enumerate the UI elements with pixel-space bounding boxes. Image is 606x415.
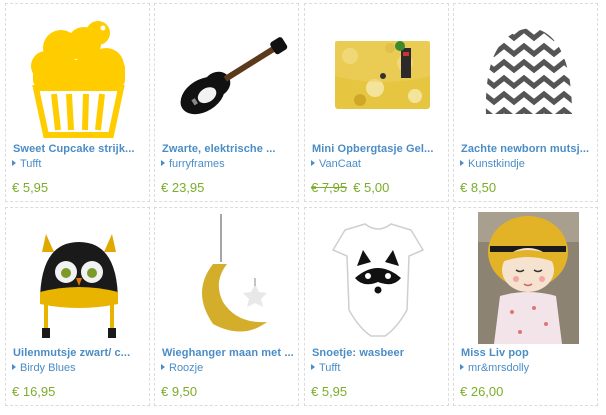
product-card[interactable]: Zachte newborn mutsj... Kunstkindje € 8,… <box>453 3 598 202</box>
product-card[interactable]: Zwarte, elektrische ... furryframes € 23… <box>154 3 299 202</box>
product-price: € 8,50 <box>460 180 497 195</box>
arrow-right-icon <box>12 364 16 370</box>
product-title[interactable]: Snoetje: wasbeer <box>312 347 444 359</box>
arrow-right-icon <box>161 364 165 370</box>
product-price: € 5,95 <box>311 384 348 399</box>
seller-link[interactable]: Tufft <box>311 362 340 374</box>
seller-link[interactable]: VanCaat <box>311 158 361 170</box>
product-title[interactable]: Uilenmutsje zwart/ c... <box>13 347 145 359</box>
product-card[interactable]: Snoetje: wasbeer Tufft € 5,95 <box>304 207 449 406</box>
product-title[interactable]: Wieghanger maan met ... <box>162 347 294 359</box>
arrow-right-icon <box>311 364 315 370</box>
seller-link[interactable]: furryframes <box>161 158 225 170</box>
product-price: € 16,95 <box>12 384 56 399</box>
arrow-right-icon <box>460 364 464 370</box>
product-price: € 7,95 € 5,00 <box>311 180 390 195</box>
product-price: € 26,00 <box>460 384 504 399</box>
product-title[interactable]: Zachte newborn mutsj... <box>461 143 593 155</box>
pouch-image[interactable] <box>305 8 450 140</box>
seller-link[interactable]: mr&mrsdolly <box>460 362 529 374</box>
product-grid: Sweet Cupcake strijk... Tufft € 5,95 Zwa… <box>0 0 606 415</box>
product-card[interactable]: Wieghanger maan met ... Roozje € 9,50 <box>154 207 299 406</box>
chevron-hat-image[interactable] <box>454 8 599 140</box>
product-title[interactable]: Mini Opbergtasje Gel... <box>312 143 444 155</box>
moon-mobile-image[interactable] <box>155 212 300 344</box>
cupcake-image[interactable] <box>6 8 151 140</box>
old-price: € 7,95 <box>311 180 348 195</box>
product-card[interactable]: Miss Liv pop mr&mrsdolly € 26,00 <box>453 207 598 406</box>
arrow-right-icon <box>161 160 165 166</box>
guitar-image[interactable] <box>155 8 300 140</box>
seller-link[interactable]: Birdy Blues <box>12 362 76 374</box>
doll-image[interactable] <box>454 212 599 344</box>
arrow-right-icon <box>12 160 16 166</box>
product-price: € 23,95 <box>161 180 205 195</box>
arrow-right-icon <box>460 160 464 166</box>
product-title[interactable]: Zwarte, elektrische ... <box>162 143 294 155</box>
product-price: € 9,50 <box>161 384 198 399</box>
product-title[interactable]: Sweet Cupcake strijk... <box>13 143 145 155</box>
owl-hat-image[interactable] <box>6 212 151 344</box>
product-price: € 5,95 <box>12 180 49 195</box>
arrow-right-icon <box>311 160 315 166</box>
product-card[interactable]: Sweet Cupcake strijk... Tufft € 5,95 <box>5 3 150 202</box>
product-card[interactable]: Mini Opbergtasje Gel... VanCaat € 7,95 € … <box>304 3 449 202</box>
seller-link[interactable]: Roozje <box>161 362 203 374</box>
product-title[interactable]: Miss Liv pop <box>461 347 593 359</box>
seller-link[interactable]: Kunstkindje <box>460 158 525 170</box>
seller-link[interactable]: Tufft <box>12 158 41 170</box>
raccoon-onesie-image[interactable] <box>305 212 450 344</box>
product-card[interactable]: Uilenmutsje zwart/ c... Birdy Blues € 16… <box>5 207 150 406</box>
